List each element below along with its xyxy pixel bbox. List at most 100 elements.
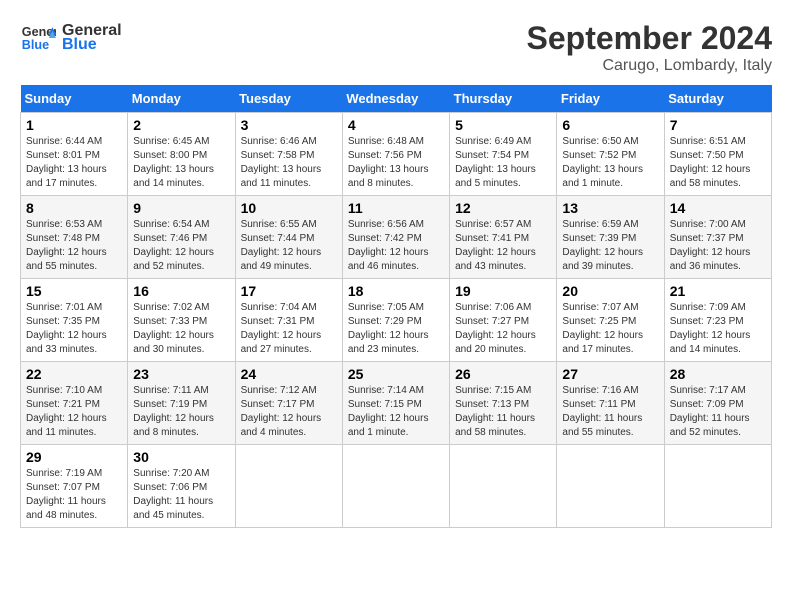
day-cell-8: 8 Sunrise: 6:53 AMSunset: 7:48 PMDayligh… (21, 196, 128, 279)
day-info: Sunrise: 7:20 AMSunset: 7:06 PMDaylight:… (133, 468, 213, 521)
day-info: Sunrise: 6:59 AMSunset: 7:39 PMDaylight:… (562, 219, 643, 272)
day-number: 17 (241, 283, 337, 299)
day-cell-26: 26 Sunrise: 7:15 AMSunset: 7:13 PMDaylig… (450, 362, 557, 445)
day-cell-3: 3 Sunrise: 6:46 AMSunset: 7:58 PMDayligh… (235, 113, 342, 196)
day-cell-18: 18 Sunrise: 7:05 AMSunset: 7:29 PMDaylig… (342, 279, 449, 362)
month-year: September 2024 (527, 20, 772, 57)
day-cell-25: 25 Sunrise: 7:14 AMSunset: 7:15 PMDaylig… (342, 362, 449, 445)
day-number: 27 (562, 366, 658, 382)
day-info: Sunrise: 7:11 AMSunset: 7:19 PMDaylight:… (133, 385, 214, 438)
svg-text:Blue: Blue (22, 38, 49, 52)
day-number: 29 (26, 449, 122, 465)
day-cell-28: 28 Sunrise: 7:17 AMSunset: 7:09 PMDaylig… (664, 362, 771, 445)
col-header-thursday: Thursday (450, 85, 557, 113)
empty-cell (235, 445, 342, 528)
title-block: September 2024 Carugo, Lombardy, Italy (527, 20, 772, 75)
day-cell-22: 22 Sunrise: 7:10 AMSunset: 7:21 PMDaylig… (21, 362, 128, 445)
day-number: 21 (670, 283, 766, 299)
day-info: Sunrise: 6:54 AMSunset: 7:46 PMDaylight:… (133, 219, 214, 272)
day-number: 9 (133, 200, 229, 216)
day-number: 28 (670, 366, 766, 382)
day-cell-4: 4 Sunrise: 6:48 AMSunset: 7:56 PMDayligh… (342, 113, 449, 196)
day-info: Sunrise: 6:45 AMSunset: 8:00 PMDaylight:… (133, 136, 214, 189)
col-header-monday: Monday (128, 85, 235, 113)
day-info: Sunrise: 6:56 AMSunset: 7:42 PMDaylight:… (348, 219, 429, 272)
day-cell-12: 12 Sunrise: 6:57 AMSunset: 7:41 PMDaylig… (450, 196, 557, 279)
day-info: Sunrise: 7:10 AMSunset: 7:21 PMDaylight:… (26, 385, 107, 438)
day-info: Sunrise: 6:50 AMSunset: 7:52 PMDaylight:… (562, 136, 643, 189)
day-info: Sunrise: 7:07 AMSunset: 7:25 PMDaylight:… (562, 302, 643, 355)
day-info: Sunrise: 7:05 AMSunset: 7:29 PMDaylight:… (348, 302, 429, 355)
day-number: 2 (133, 117, 229, 133)
day-number: 1 (26, 117, 122, 133)
day-info: Sunrise: 6:48 AMSunset: 7:56 PMDaylight:… (348, 136, 429, 189)
day-cell-11: 11 Sunrise: 6:56 AMSunset: 7:42 PMDaylig… (342, 196, 449, 279)
page-header: General Blue General Blue September 2024… (20, 20, 772, 75)
day-cell-21: 21 Sunrise: 7:09 AMSunset: 7:23 PMDaylig… (664, 279, 771, 362)
day-info: Sunrise: 7:02 AMSunset: 7:33 PMDaylight:… (133, 302, 214, 355)
day-info: Sunrise: 6:51 AMSunset: 7:50 PMDaylight:… (670, 136, 751, 189)
day-info: Sunrise: 6:49 AMSunset: 7:54 PMDaylight:… (455, 136, 536, 189)
day-info: Sunrise: 7:00 AMSunset: 7:37 PMDaylight:… (670, 219, 751, 272)
day-number: 10 (241, 200, 337, 216)
calendar-week-3: 15 Sunrise: 7:01 AMSunset: 7:35 PMDaylig… (21, 279, 772, 362)
logo-blue: Blue (62, 36, 122, 54)
empty-cell (664, 445, 771, 528)
day-number: 13 (562, 200, 658, 216)
day-info: Sunrise: 6:57 AMSunset: 7:41 PMDaylight:… (455, 219, 536, 272)
calendar-week-2: 8 Sunrise: 6:53 AMSunset: 7:48 PMDayligh… (21, 196, 772, 279)
day-info: Sunrise: 7:09 AMSunset: 7:23 PMDaylight:… (670, 302, 751, 355)
day-cell-9: 9 Sunrise: 6:54 AMSunset: 7:46 PMDayligh… (128, 196, 235, 279)
day-number: 6 (562, 117, 658, 133)
day-number: 14 (670, 200, 766, 216)
day-cell-2: 2 Sunrise: 6:45 AMSunset: 8:00 PMDayligh… (128, 113, 235, 196)
day-cell-20: 20 Sunrise: 7:07 AMSunset: 7:25 PMDaylig… (557, 279, 664, 362)
day-info: Sunrise: 6:44 AMSunset: 8:01 PMDaylight:… (26, 136, 107, 189)
day-cell-17: 17 Sunrise: 7:04 AMSunset: 7:31 PMDaylig… (235, 279, 342, 362)
day-cell-23: 23 Sunrise: 7:11 AMSunset: 7:19 PMDaylig… (128, 362, 235, 445)
day-number: 3 (241, 117, 337, 133)
day-cell-1: 1 Sunrise: 6:44 AMSunset: 8:01 PMDayligh… (21, 113, 128, 196)
day-info: Sunrise: 7:12 AMSunset: 7:17 PMDaylight:… (241, 385, 322, 438)
day-info: Sunrise: 7:01 AMSunset: 7:35 PMDaylight:… (26, 302, 107, 355)
day-number: 18 (348, 283, 444, 299)
day-number: 23 (133, 366, 229, 382)
col-header-friday: Friday (557, 85, 664, 113)
day-number: 25 (348, 366, 444, 382)
day-number: 19 (455, 283, 551, 299)
logo: General Blue General Blue (20, 20, 122, 56)
day-number: 24 (241, 366, 337, 382)
day-info: Sunrise: 7:14 AMSunset: 7:15 PMDaylight:… (348, 385, 429, 438)
empty-cell (342, 445, 449, 528)
day-number: 30 (133, 449, 229, 465)
day-number: 15 (26, 283, 122, 299)
col-header-wednesday: Wednesday (342, 85, 449, 113)
day-cell-7: 7 Sunrise: 6:51 AMSunset: 7:50 PMDayligh… (664, 113, 771, 196)
calendar-week-4: 22 Sunrise: 7:10 AMSunset: 7:21 PMDaylig… (21, 362, 772, 445)
calendar-table: SundayMondayTuesdayWednesdayThursdayFrid… (20, 85, 772, 528)
col-header-tuesday: Tuesday (235, 85, 342, 113)
day-cell-10: 10 Sunrise: 6:55 AMSunset: 7:44 PMDaylig… (235, 196, 342, 279)
day-number: 4 (348, 117, 444, 133)
day-info: Sunrise: 6:55 AMSunset: 7:44 PMDaylight:… (241, 219, 322, 272)
location: Carugo, Lombardy, Italy (527, 57, 772, 75)
day-info: Sunrise: 7:16 AMSunset: 7:11 PMDaylight:… (562, 385, 642, 438)
day-number: 5 (455, 117, 551, 133)
empty-cell (450, 445, 557, 528)
day-info: Sunrise: 7:06 AMSunset: 7:27 PMDaylight:… (455, 302, 536, 355)
day-cell-14: 14 Sunrise: 7:00 AMSunset: 7:37 PMDaylig… (664, 196, 771, 279)
day-cell-15: 15 Sunrise: 7:01 AMSunset: 7:35 PMDaylig… (21, 279, 128, 362)
day-number: 16 (133, 283, 229, 299)
day-number: 12 (455, 200, 551, 216)
day-number: 26 (455, 366, 551, 382)
day-cell-19: 19 Sunrise: 7:06 AMSunset: 7:27 PMDaylig… (450, 279, 557, 362)
day-cell-6: 6 Sunrise: 6:50 AMSunset: 7:52 PMDayligh… (557, 113, 664, 196)
day-cell-24: 24 Sunrise: 7:12 AMSunset: 7:17 PMDaylig… (235, 362, 342, 445)
day-cell-13: 13 Sunrise: 6:59 AMSunset: 7:39 PMDaylig… (557, 196, 664, 279)
col-header-sunday: Sunday (21, 85, 128, 113)
calendar-week-5: 29 Sunrise: 7:19 AMSunset: 7:07 PMDaylig… (21, 445, 772, 528)
day-cell-16: 16 Sunrise: 7:02 AMSunset: 7:33 PMDaylig… (128, 279, 235, 362)
day-number: 22 (26, 366, 122, 382)
day-number: 11 (348, 200, 444, 216)
logo-icon: General Blue (20, 20, 56, 56)
